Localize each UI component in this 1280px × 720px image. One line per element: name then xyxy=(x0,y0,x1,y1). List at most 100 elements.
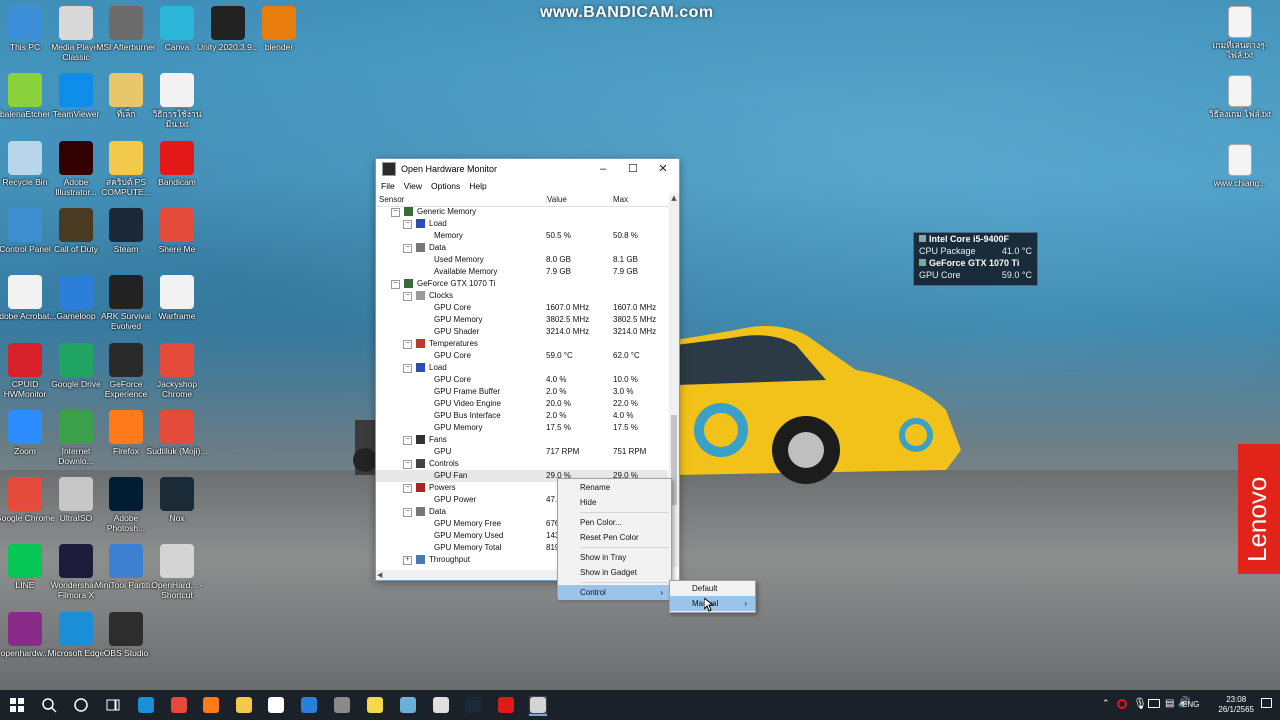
calculator-icon[interactable] xyxy=(333,696,351,714)
sensor-row[interactable]: GPU Core 4.0 % 10.0 % xyxy=(376,374,668,386)
openhardware-icon[interactable] xyxy=(529,696,547,716)
expand-icon[interactable]: + xyxy=(403,556,412,565)
language-indicator[interactable]: ENG xyxy=(1182,700,1199,709)
filmora-icon xyxy=(59,544,93,579)
sensor-row[interactable]: − GeForce GTX 1070 Ti xyxy=(376,278,668,290)
bandicam-tray-icon[interactable] xyxy=(1117,699,1127,709)
sensor-row[interactable]: − Temperatures xyxy=(376,338,668,350)
window-titlebar[interactable]: Open Hardware Monitor – ☐ ✕ xyxy=(376,159,679,179)
menu-item-pen-color[interactable]: Pen Color... xyxy=(558,515,671,530)
store-icon[interactable] xyxy=(267,696,285,714)
task-view-icon[interactable] xyxy=(104,696,122,714)
recycle-bin-icon xyxy=(8,140,42,175)
scroll-left-icon[interactable]: ◀ xyxy=(377,570,382,580)
submenu-item-default[interactable]: Default xyxy=(670,581,755,596)
collapse-icon[interactable]: − xyxy=(403,484,412,493)
sensor-row[interactable]: − Clocks xyxy=(376,290,668,302)
sensor-row[interactable]: GPU Memory 17.5 % 17.5 % xyxy=(376,422,668,434)
sensor-row[interactable]: Available Memory 7.9 GB 7.9 GB xyxy=(376,266,668,278)
mail-icon[interactable] xyxy=(300,696,318,714)
menu-item-control[interactable]: Control › xyxy=(558,585,671,600)
sensor-row[interactable]: Used Memory 8.0 GB 8.1 GB xyxy=(376,254,668,266)
sensor-row[interactable]: − Data xyxy=(376,242,668,254)
desktop-icon[interactable]: Warframe xyxy=(145,275,209,321)
desktop-icon[interactable]: Nox xyxy=(145,477,209,523)
sensor-row[interactable]: − Fans xyxy=(376,434,668,446)
sensor-row[interactable]: GPU Shader 3214.0 MHz 3214.0 MHz xyxy=(376,326,668,338)
desktop-icon[interactable]: Sudtiluk (Moji)... xyxy=(145,409,209,456)
search-icon[interactable] xyxy=(40,696,58,714)
sensor-value: 7.9 GB xyxy=(546,267,571,276)
sensor-row[interactable]: GPU Core 1607.0 MHz 1607.0 MHz xyxy=(376,302,668,314)
collapse-icon[interactable]: − xyxy=(391,208,400,217)
desktop-icon[interactable]: วิธีการใช้งาน มีน.txt xyxy=(145,73,209,129)
minimize-button[interactable]: – xyxy=(588,159,618,179)
collapse-icon[interactable]: − xyxy=(403,364,412,373)
file-explorer-icon[interactable] xyxy=(235,696,253,714)
sensor-row[interactable]: GPU Core 59.0 °C 62.0 °C xyxy=(376,350,668,362)
microphone-icon[interactable]: 🎙 xyxy=(1133,697,1147,710)
collapse-icon[interactable]: − xyxy=(403,244,412,253)
sensor-row[interactable]: − Load xyxy=(376,218,668,230)
sensor-row[interactable]: GPU Bus Interface 2.0 % 4.0 % xyxy=(376,410,668,422)
desktop-icon[interactable]: Shere Me xyxy=(145,207,209,254)
sensor-row[interactable]: − Generic Memory xyxy=(376,206,668,218)
menu-item-rename[interactable]: Rename xyxy=(558,480,671,495)
collapse-icon[interactable]: − xyxy=(403,460,412,469)
notification-icon[interactable] xyxy=(1261,698,1272,708)
sensor-row[interactable]: Memory 50.5 % 50.8 % xyxy=(376,230,668,242)
desktop-icon[interactable]: Jackyshop Chrome xyxy=(145,342,209,399)
sensor-gadget[interactable]: Intel Core i5-9400F CPU Package 41.0 °C … xyxy=(913,232,1038,286)
desktop-icon[interactable]: OpenHard... - Shortcut xyxy=(145,544,209,600)
cortana-icon[interactable] xyxy=(72,696,90,714)
network-icon[interactable]: ▤ xyxy=(1165,698,1174,709)
collapse-icon[interactable]: − xyxy=(403,220,412,229)
firefox-icon[interactable] xyxy=(202,696,220,714)
desktop-icon[interactable]: OBS Studio xyxy=(94,611,158,658)
collapse-icon[interactable]: − xyxy=(391,280,400,289)
tray-overflow-icon[interactable]: ⌃ xyxy=(1102,698,1110,709)
menu-item-hide[interactable]: Hide xyxy=(558,495,671,510)
chrome-icon[interactable] xyxy=(170,696,188,714)
menu-item-reset-pen-color[interactable]: Reset Pen Color xyxy=(558,530,671,545)
scroll-up-icon[interactable]: ▲ xyxy=(669,193,679,203)
desktop-icon[interactable]: วิธีลงเกม ไฟล์.txt xyxy=(1208,75,1272,119)
collapse-icon[interactable]: − xyxy=(403,340,412,349)
collapse-icon[interactable]: − xyxy=(403,508,412,517)
column-max[interactable]: Max xyxy=(613,195,628,204)
desktop-icon[interactable]: blender xyxy=(247,6,311,52)
collapse-icon[interactable]: − xyxy=(403,436,412,445)
menu-item-show-in-gadget[interactable]: Show in Gadget xyxy=(558,565,671,580)
chrome-icon xyxy=(160,342,194,377)
menu-file[interactable]: File xyxy=(381,179,395,193)
start-icon[interactable] xyxy=(8,696,26,714)
sticky-notes-icon[interactable] xyxy=(366,696,384,714)
clock[interactable]: 23:08 26/1/2565 xyxy=(1218,695,1254,715)
sensor-row[interactable]: − Controls xyxy=(376,458,668,470)
paint-icon[interactable] xyxy=(432,696,450,714)
sensor-row[interactable]: GPU Memory 3802.5 MHz 3802.5 MHz xyxy=(376,314,668,326)
menu-options[interactable]: Options xyxy=(431,179,460,193)
edge-icon[interactable] xyxy=(137,696,155,714)
close-button[interactable]: ✕ xyxy=(648,159,678,179)
shortcut-icon xyxy=(109,73,143,108)
sensor-row[interactable]: − Load xyxy=(376,362,668,374)
sensor-row[interactable]: GPU Video Engine 20.0 % 22.0 % xyxy=(376,398,668,410)
battery-icon[interactable] xyxy=(1148,699,1160,708)
column-sensor[interactable]: Sensor xyxy=(379,195,404,204)
menu-item-show-in-tray[interactable]: Show in Tray xyxy=(558,550,671,565)
nox-icon[interactable] xyxy=(464,696,482,714)
desktop-icon[interactable]: เกมที่เล่นต่างๆ-ไฟล์.txt xyxy=(1208,6,1272,60)
desktop-icon[interactable]: Bandicam xyxy=(145,140,209,187)
gadget-gpu-title: GeForce GTX 1070 Ti xyxy=(929,258,1020,268)
bandicam-icon[interactable] xyxy=(497,696,515,714)
vpn-icon[interactable] xyxy=(399,696,417,714)
sensor-row[interactable]: GPU Frame Buffer 2.0 % 3.0 % xyxy=(376,386,668,398)
maximize-button[interactable]: ☐ xyxy=(618,159,648,179)
collapse-icon[interactable]: − xyxy=(403,292,412,301)
menu-view[interactable]: View xyxy=(404,179,422,193)
column-value[interactable]: Value xyxy=(546,195,567,204)
menu-help[interactable]: Help xyxy=(469,179,486,193)
desktop-icon[interactable]: www.chiang... xyxy=(1208,144,1272,188)
sensor-row[interactable]: GPU 717 RPM 751 RPM xyxy=(376,446,668,458)
